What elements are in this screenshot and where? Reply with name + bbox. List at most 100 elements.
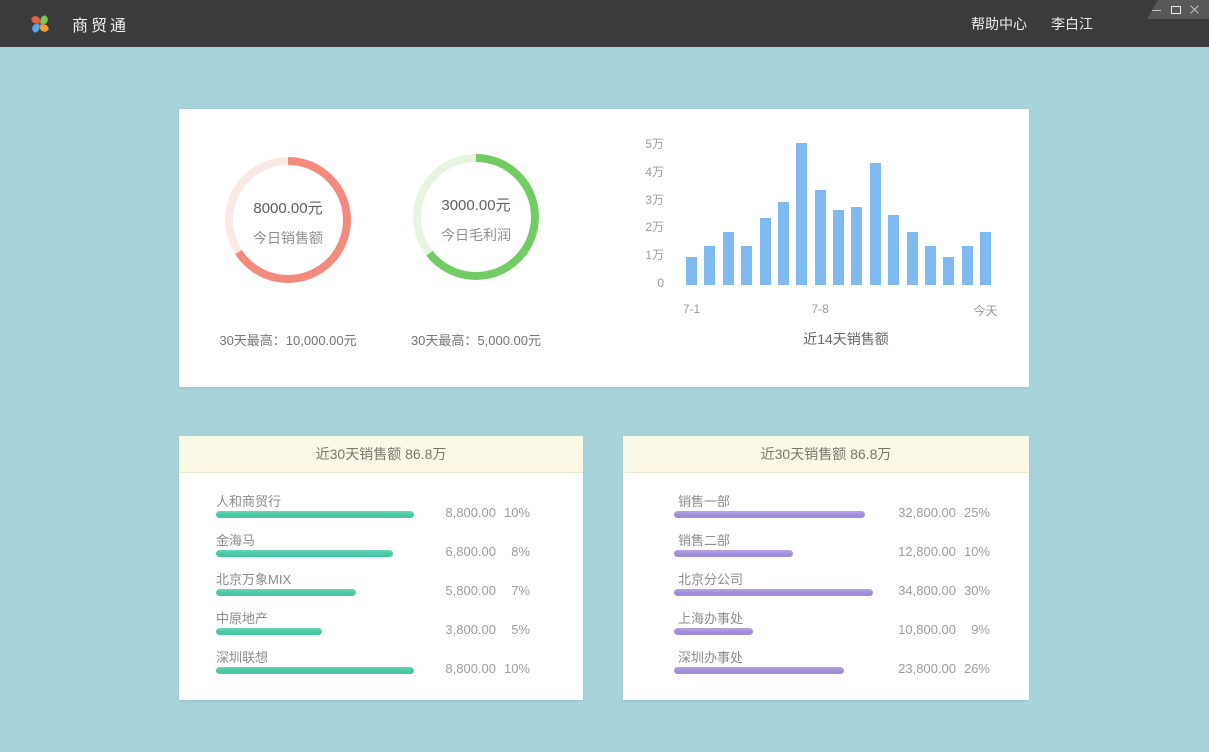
rank-item: 金海马 6,800.008% xyxy=(179,529,583,568)
rank-item-amount: 32,800.00 xyxy=(884,505,956,520)
rank-item-percent: 10% xyxy=(496,661,530,676)
rank-item-name: 上海办事处 xyxy=(678,608,743,627)
rank-item-bar xyxy=(216,589,356,596)
y-axis-tick: 4万 xyxy=(609,165,664,179)
rank-item-name: 金海马 xyxy=(216,530,255,549)
rank-item-percent: 7% xyxy=(496,583,530,598)
gauge-label: 今日销售额 xyxy=(253,228,323,248)
gauge-inner: 8000.00元 今日销售额 xyxy=(233,165,343,275)
gauge-caption: 30天最高：5,000.00元 xyxy=(366,330,586,349)
chart-bar xyxy=(980,232,991,285)
rank-item-values: 32,800.0025% xyxy=(884,505,990,520)
y-axis-tick: 0 xyxy=(609,276,664,290)
rank-item-amount: 6,800.00 xyxy=(424,544,496,559)
pinwheel-logo-icon xyxy=(28,12,52,36)
chart-bar xyxy=(723,232,734,285)
rank-item-bar xyxy=(216,628,322,635)
rank-item-values: 3,800.005% xyxy=(424,622,530,637)
today-profit-gauge: 3000.00元 今日毛利润 xyxy=(413,154,539,280)
rank-item-name: 人和商贸行 xyxy=(216,491,281,510)
rank-item: 中原地产 3,800.005% xyxy=(179,607,583,646)
rank-item-values: 8,800.0010% xyxy=(424,505,530,520)
rank-item-name: 北京分公司 xyxy=(678,569,743,588)
chart-title: 近14天销售额 xyxy=(746,329,946,349)
rank-item-percent: 5% xyxy=(496,622,530,637)
rank-item-percent: 25% xyxy=(956,505,990,520)
maximize-icon[interactable] xyxy=(1171,5,1181,15)
x-axis-tick: 今天 xyxy=(973,302,997,319)
rank-item-values: 8,800.0010% xyxy=(424,661,530,676)
rank-item: 销售二部 12,800.0010% xyxy=(623,529,1029,568)
y-axis-tick: 5万 xyxy=(609,137,664,151)
rank-item-values: 23,800.0026% xyxy=(884,661,990,676)
user-name-link[interactable]: 李白江 xyxy=(1051,14,1093,34)
app-header: 商贸通 帮助中心 李白江 xyxy=(0,0,1209,47)
customer-ranking-list: 人和商贸行8,800.0010%金海马6,800.008%北京万象MIX5,80… xyxy=(179,473,583,685)
rank-item-amount: 10,800.00 xyxy=(884,622,956,637)
card-header: 近30天销售额 86.8万 xyxy=(179,436,583,473)
gauge-inner: 3000.00元 今日毛利润 xyxy=(421,162,531,272)
rank-item-bar xyxy=(216,667,414,674)
dept-ranking-list: 销售一部 32,800.0025% 销售二部 12,800.0010% 北京分公司 34,… xyxy=(623,473,1029,685)
rank-item-name: 北京万象MIX xyxy=(216,569,291,588)
rank-item-name: 深圳联想 xyxy=(216,647,268,666)
rank-item: 销售一部 32,800.0025% xyxy=(623,490,1029,529)
rank-item-amount: 8,800.00 xyxy=(424,661,496,676)
chart-bar xyxy=(760,218,771,285)
rank-item: 上海办事处 10,800.009% xyxy=(623,607,1029,646)
minimize-icon[interactable] xyxy=(1152,5,1162,15)
rank-item-bar xyxy=(674,550,793,557)
chart-bar xyxy=(943,257,954,285)
rank-item: 深圳联想 8,800.0010% xyxy=(179,646,583,685)
rank-item-percent: 10% xyxy=(956,544,990,559)
rank-item-bar xyxy=(674,511,865,518)
rank-item-values: 34,800.0030% xyxy=(884,583,990,598)
rank-item-amount: 34,800.00 xyxy=(884,583,956,598)
close-icon[interactable] xyxy=(1190,5,1200,15)
rank-item: 人和商贸行 8,800.0010% xyxy=(179,490,583,529)
window-controls xyxy=(1147,0,1209,19)
x-axis-tick: 7-1 xyxy=(683,302,700,316)
bar-chart-yaxis: 5万4万3万2万1万0 xyxy=(609,137,664,297)
rank-item-percent: 8% xyxy=(496,544,530,559)
chart-bar xyxy=(962,246,973,285)
rank-item-amount: 23,800.00 xyxy=(884,661,956,676)
rank-item-amount: 3,800.00 xyxy=(424,622,496,637)
card-header: 近30天销售额 86.8万 xyxy=(623,436,1029,473)
chart-bar xyxy=(888,215,899,285)
gauge-value: 8000.00元 xyxy=(253,197,322,218)
rank-item: 深圳办事处23,800.0026% xyxy=(623,646,1029,685)
gauge-label: 今日毛利润 xyxy=(441,225,511,245)
rank-item-values: 12,800.0010% xyxy=(884,544,990,559)
rank-item-bar xyxy=(674,589,873,596)
rank-item-values: 10,800.009% xyxy=(884,622,990,637)
chart-bar xyxy=(925,246,936,285)
chart-bar xyxy=(870,163,881,285)
rank-item-percent: 10% xyxy=(496,505,530,520)
x-axis-tick: 7-8 xyxy=(811,302,828,316)
rank-item: 北京万象MIX5,800.007% xyxy=(179,568,583,607)
rank-item-name: 销售一部 xyxy=(678,491,730,510)
gauge-value: 3000.00元 xyxy=(441,194,510,215)
bar-chart-xaxis: 7-17-8今天 xyxy=(686,302,991,318)
rank-item-amount: 8,800.00 xyxy=(424,505,496,520)
rank-item-name: 中原地产 xyxy=(216,608,268,627)
chart-bar xyxy=(686,257,697,285)
chart-bar xyxy=(704,246,715,285)
chart-bar xyxy=(851,207,862,285)
rank-item-bar xyxy=(674,628,753,635)
chart-bar xyxy=(778,202,789,285)
dept-ranking-card: 近30天销售额 86.8万 销售一部 32,800.0025% 销售二部 12,800… xyxy=(623,436,1029,700)
rank-item-bar xyxy=(674,667,844,674)
rank-item-values: 6,800.008% xyxy=(424,544,530,559)
today-overview-card: 8000.00元 今日销售额 30天最高：10,000.00元 3000.00元… xyxy=(179,109,1029,387)
rank-item-name: 销售二部 xyxy=(678,530,730,549)
help-center-link[interactable]: 帮助中心 xyxy=(971,14,1027,34)
today-sales-gauge: 8000.00元 今日销售额 xyxy=(225,157,351,283)
rank-item-percent: 30% xyxy=(956,583,990,598)
app-title: 商贸通 xyxy=(72,12,129,36)
chart-bar xyxy=(815,190,826,285)
bar-chart-plot xyxy=(686,135,991,285)
customer-ranking-card: 近30天销售额 86.8万 人和商贸行8,800.0010%金海马6,800.0… xyxy=(179,436,583,700)
rank-item-percent: 9% xyxy=(956,622,990,637)
